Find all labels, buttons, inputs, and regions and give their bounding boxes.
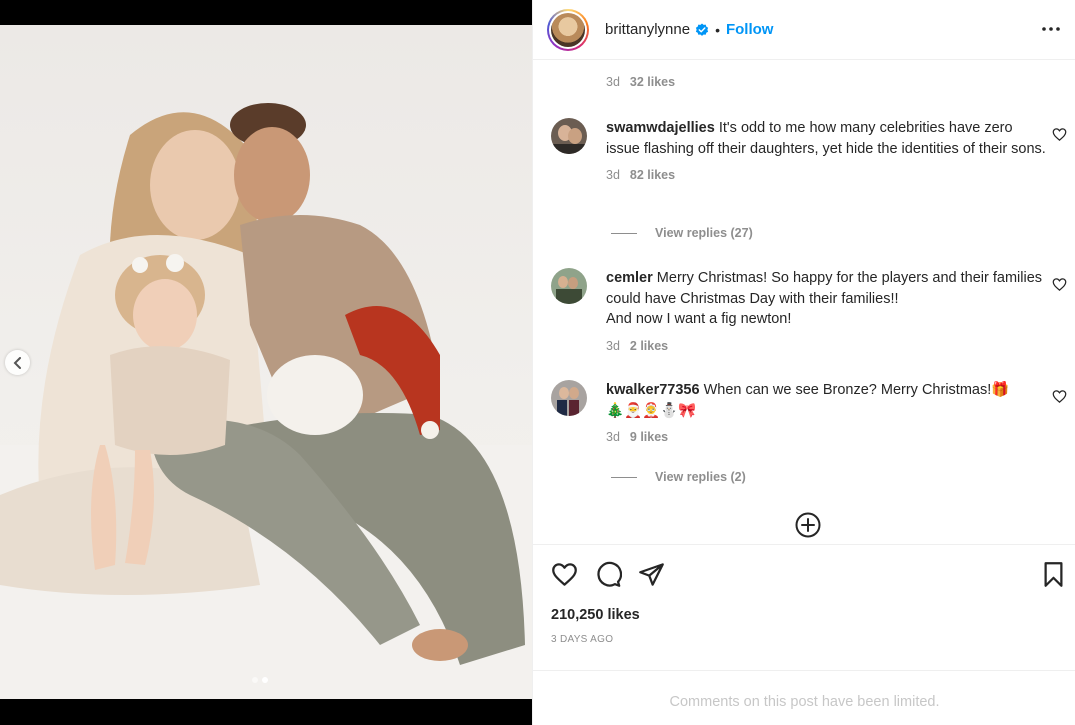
comment-meta: 3d 2 likes (606, 336, 1046, 357)
comment-body: swamwdajellies It's odd to me how many c… (606, 118, 1046, 186)
partial-comment-meta: 3d 32 likes (606, 75, 675, 89)
comment-time: 3d (606, 430, 620, 444)
family-photo-illustration (0, 103, 532, 699)
comment-like-heart-icon[interactable] (1052, 127, 1067, 142)
post-header: brittanylynne • Follow (533, 0, 1075, 60)
comment-time: 3d (606, 338, 620, 353)
carousel-dot (252, 677, 258, 683)
load-more-plus-icon[interactable] (795, 512, 821, 538)
view-replies-button[interactable]: View replies (2) (611, 470, 746, 484)
comment-emoji-line: 🎄🎅🤶⛄🎀 (606, 402, 697, 419)
post-side-panel: brittanylynne • Follow 3d 32 likes swamw… (532, 0, 1075, 725)
post-photo[interactable] (0, 25, 532, 699)
commenter-avatar-image (551, 380, 587, 416)
view-replies-button[interactable]: View replies (27) (611, 226, 753, 240)
view-replies-label: View replies (2) (655, 470, 746, 484)
author-avatar[interactable] (547, 8, 589, 51)
commenter-avatar-image (551, 118, 587, 154)
comment-body: cemler Merry Christmas! So happy for the… (606, 268, 1046, 356)
comment-icon[interactable] (595, 561, 622, 588)
carousel-dot-active (262, 677, 268, 683)
comment-like-heart-icon[interactable] (1052, 277, 1067, 292)
carousel-prev-button[interactable] (5, 350, 30, 375)
post-media (0, 0, 532, 725)
share-icon[interactable] (638, 561, 665, 588)
header-separator: • (715, 21, 720, 38)
comment-body: kwalker77356 When can we see Bronze? Mer… (606, 380, 1046, 448)
comment-time: 3d (606, 75, 620, 89)
comment-likes[interactable]: 9 likes (630, 430, 668, 444)
avatar-inner (549, 10, 587, 49)
commenter-avatar[interactable] (551, 268, 587, 304)
heart-icon[interactable] (551, 561, 578, 588)
comment-time: 3d (606, 168, 620, 182)
post-actions: 210,250 likes 3 DAYS AGO (533, 544, 1075, 670)
comments-limited-notice: Comments on this post have been limited. (533, 670, 1075, 725)
post-likes-count[interactable]: 210,250 likes (551, 607, 640, 623)
comment-likes[interactable]: 32 likes (630, 75, 675, 89)
replies-divider-line (611, 476, 637, 478)
bookmark-icon[interactable] (1040, 561, 1067, 588)
comment-text-line2: And now I want a fig newton! (606, 311, 792, 327)
replies-divider-line (611, 232, 637, 234)
comment-text: Merry Christmas! So happy for the player… (606, 270, 1043, 307)
comment-likes[interactable]: 82 likes (630, 168, 675, 182)
author-username[interactable]: brittanylynne (605, 21, 690, 38)
comment-meta: 3d 82 likes (606, 165, 1046, 186)
follow-button[interactable]: Follow (726, 21, 774, 38)
carousel-indicator (252, 677, 268, 683)
comments-list[interactable]: 3d 32 likes swamwdajellies It's odd to me… (533, 61, 1075, 544)
commenter-avatar[interactable] (551, 380, 587, 416)
comment-likes[interactable]: 2 likes (630, 339, 668, 353)
commenter-username[interactable]: swamwdajellies (606, 120, 715, 136)
comment-like-heart-icon[interactable] (1052, 389, 1067, 404)
commenter-avatar-image (551, 268, 587, 304)
view-replies-label: View replies (27) (655, 226, 753, 240)
more-options-icon[interactable] (1040, 18, 1062, 40)
comment-text: When can we see Bronze? Merry Christmas!… (703, 382, 1010, 398)
comment-meta: 3d 9 likes (606, 427, 1046, 448)
chevron-left-icon (13, 356, 21, 369)
post-timestamp[interactable]: 3 DAYS AGO (551, 634, 613, 645)
commenter-username[interactable]: kwalker77356 (606, 382, 700, 398)
commenter-username[interactable]: cemler (606, 270, 653, 286)
avatar-image (551, 12, 585, 47)
verified-badge-icon (695, 23, 709, 36)
commenter-avatar[interactable] (551, 118, 587, 154)
